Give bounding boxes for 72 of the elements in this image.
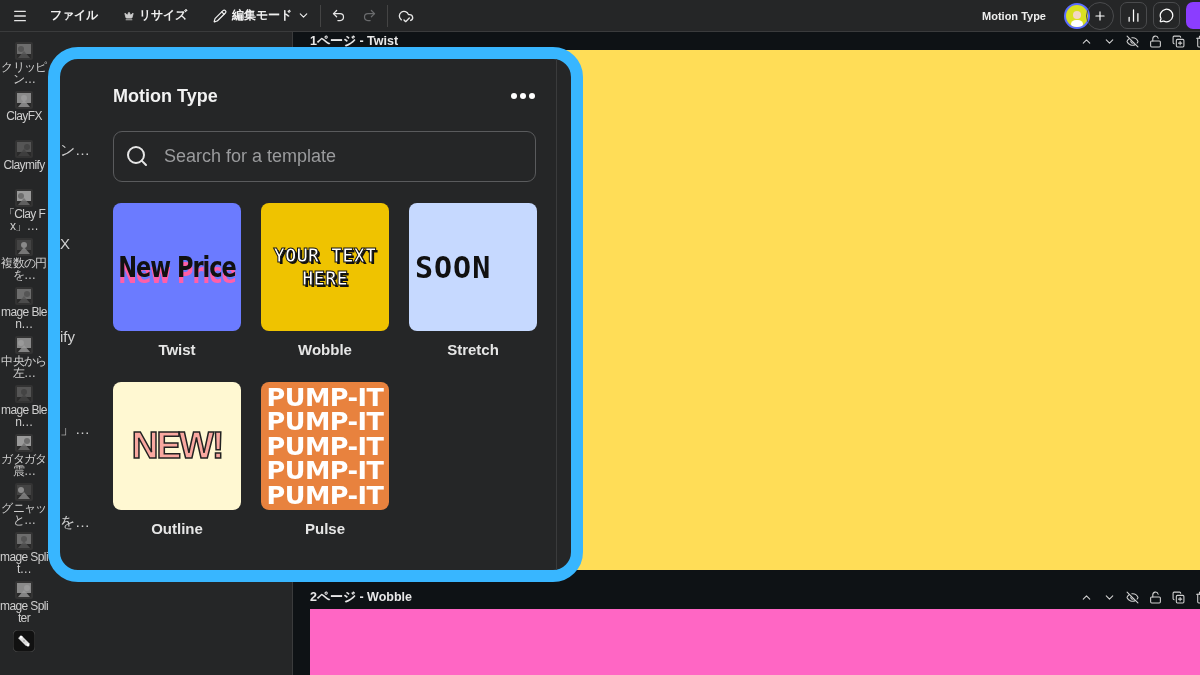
app-item[interactable]: 中央から左…	[0, 336, 48, 385]
comment-icon	[1159, 8, 1174, 23]
app-item[interactable]: ガタガタ震…	[0, 434, 48, 483]
app-label: mage Split…	[0, 551, 48, 575]
menu-button[interactable]: リサイズ	[124, 7, 187, 24]
app-item[interactable]: mage Blen…	[0, 385, 48, 434]
app-label: ガタガタ震…	[0, 453, 48, 477]
eye-off-icon[interactable]	[1126, 590, 1139, 604]
panel-text: を…	[60, 512, 91, 532]
template-thumbnail[interactable]: SOON	[409, 203, 537, 331]
app-item[interactable]: mage Split…	[0, 532, 48, 581]
template-name: Pulse	[305, 520, 345, 537]
app-item[interactable]: 複数の円を…	[0, 238, 48, 287]
search-field[interactable]: Search for a template	[113, 131, 536, 182]
app-label: mage Spliter	[0, 600, 48, 624]
preview-text: PUMP-IT	[266, 433, 384, 459]
app-label: 中央から左…	[0, 355, 48, 379]
template-name: Stretch	[447, 341, 499, 358]
avatar[interactable]	[1064, 2, 1090, 29]
app-item[interactable]: ClayFX	[0, 91, 48, 140]
search-icon	[125, 144, 149, 168]
comment-button[interactable]	[1153, 2, 1180, 29]
panel-text: ン…	[60, 140, 91, 160]
template-name: Twist	[158, 341, 196, 358]
preview-text: YOUR TEXT	[273, 244, 377, 267]
panel-text: X	[60, 234, 71, 254]
menu-button[interactable]: ファイル	[50, 7, 98, 24]
preview-text: New Price	[118, 250, 236, 284]
app-label: Claymify	[2, 159, 46, 171]
project-title[interactable]: Motion Type	[982, 9, 1046, 22]
eye-off-icon[interactable]	[1126, 34, 1139, 48]
copy-icon[interactable]	[1172, 590, 1185, 604]
app-label: グニャッと…	[0, 502, 48, 526]
app-label: クリッピン…	[0, 61, 48, 85]
app-item[interactable]: Claymify	[0, 140, 48, 189]
preview-text: PUMP-IT	[266, 482, 384, 508]
preview-text: SOON	[414, 249, 492, 285]
app-label: ClayFX	[5, 110, 43, 122]
template-name: Outline	[151, 520, 203, 537]
crown-icon	[124, 10, 134, 21]
more-icon[interactable]	[510, 92, 536, 100]
lock-icon[interactable]	[1149, 34, 1162, 48]
page-title: 1ページ - Twist	[310, 32, 399, 50]
share-button[interactable]	[1186, 2, 1200, 29]
menu-button[interactable]: 編集モード	[213, 7, 310, 24]
insights-button[interactable]	[1120, 2, 1147, 29]
page-title: 2ページ - Wobble	[310, 588, 412, 606]
copy-icon[interactable]	[1172, 34, 1185, 48]
pencil-icon	[213, 8, 227, 23]
app-label: 「Clay Fx」…	[1, 208, 47, 232]
panel-title: Motion Type	[113, 85, 218, 107]
app-label: mage Blen…	[0, 404, 48, 428]
app-item[interactable]: mage Spliter	[0, 581, 48, 630]
app-item[interactable]: グニャッと…	[0, 483, 48, 532]
bar-chart-icon	[1126, 8, 1141, 23]
preview-text: HERE	[302, 267, 348, 290]
app-item[interactable]: mage Blen…	[0, 287, 48, 336]
preview-text: PUMP-IT	[266, 458, 384, 483]
preview-text: NEW!	[131, 425, 223, 467]
preview-text: PUMP-IT	[266, 384, 384, 410]
lock-icon[interactable]	[1149, 590, 1162, 604]
template-thumbnail[interactable]: New Price	[113, 203, 241, 331]
undo-icon[interactable]	[331, 8, 346, 23]
app-item[interactable]: クリッピン…	[0, 42, 48, 91]
plus-icon	[1093, 8, 1107, 23]
app-item[interactable]: 「Clay Fx」…	[0, 189, 48, 238]
app-label: 複数の円を…	[0, 257, 48, 281]
preview-text: PUMP-IT	[266, 409, 384, 434]
template-name: Wobble	[298, 341, 352, 358]
panel-text: ify	[60, 327, 76, 347]
panel-text: 」…	[60, 419, 91, 439]
app-label: mage Blen…	[0, 306, 48, 330]
